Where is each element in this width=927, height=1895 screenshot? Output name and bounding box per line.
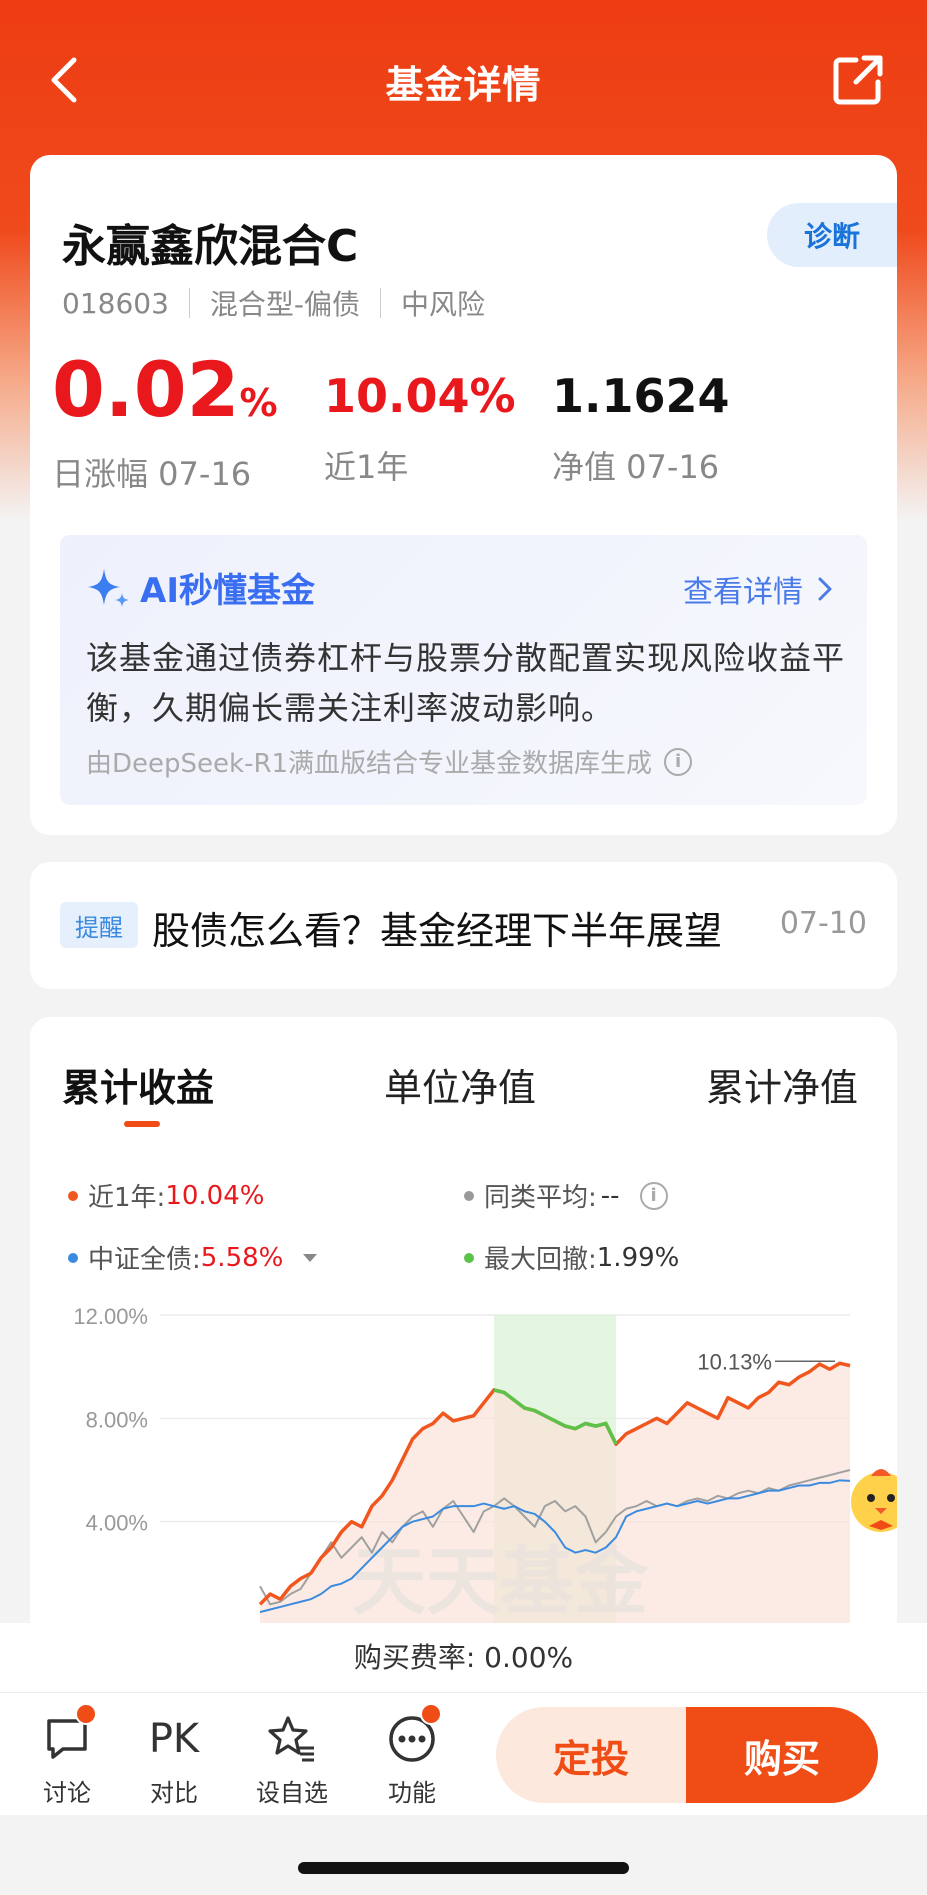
- discuss-button[interactable]: 讨论: [27, 1703, 107, 1808]
- fund-risk: 中风险: [401, 288, 486, 321]
- chevron-right-icon: [818, 577, 832, 601]
- bottom-action-bar: 讨论 PK 对比 设自选 功能 定投 购买: [0, 1693, 927, 1815]
- divider: [188, 288, 190, 318]
- share-icon: [833, 55, 883, 105]
- fund-code: 018603: [62, 286, 169, 320]
- ai-summary-box[interactable]: AI秒懂基金 查看详情 该基金通过债券杠杆与股票分散配置实现风险收益平衡，久期偏…: [60, 535, 867, 805]
- compare-button[interactable]: PK 对比: [134, 1713, 214, 1808]
- mascot-eye: [867, 1494, 875, 1502]
- diagnose-button[interactable]: 诊断: [767, 203, 897, 267]
- ai-source: 由DeepSeek-R1满血版结合专业基金数据库生成 i: [86, 743, 693, 780]
- ai-link-label: 查看详情: [683, 575, 803, 610]
- reminder-date: 07-10: [779, 906, 867, 941]
- y-tick-label: 8.00%: [86, 1407, 148, 1432]
- reminder-tag: 提醒: [60, 902, 138, 948]
- info-icon[interactable]: i: [664, 747, 693, 776]
- watermark-text: 天天基金: [352, 1539, 649, 1625]
- return-chart[interactable]: 12.00% 8.00% 4.00% 天天基金 10.13%: [30, 1017, 897, 1637]
- fund-summary-card: 永赢鑫欣混合C 诊断 018603 混合型-偏债 中风险 0.02% 日涨幅 0…: [30, 155, 897, 835]
- ai-source-text: 由DeepSeek-R1满血版结合专业基金数据库生成: [86, 749, 653, 779]
- notification-dot: [75, 1703, 97, 1725]
- performance-chart-card: 累计收益 单位净值 累计净值 近1年: 10.04% 同类平均: -- i 中证…: [30, 1017, 897, 1637]
- mascot-body: [851, 1472, 897, 1532]
- auto-invest-button[interactable]: 定投: [496, 1707, 686, 1803]
- ai-title-text: AI秒懂基金: [140, 571, 315, 611]
- home-indicator: [298, 1862, 629, 1874]
- divider: [380, 288, 381, 318]
- nav-value: 1.1624: [552, 369, 730, 423]
- fund-type: 混合型-偏债: [209, 288, 360, 321]
- purchase-fee-bar: 购买费率: 0.00%: [0, 1623, 927, 1693]
- mascot-eye: [887, 1494, 895, 1502]
- ai-view-details-link[interactable]: 查看详情: [683, 567, 833, 611]
- add-watchlist-button[interactable]: 设自选: [252, 1713, 332, 1808]
- mascot-crest: [871, 1469, 891, 1476]
- daily-change-label: 日涨幅 07-16: [52, 455, 252, 493]
- year-return-value: 10.04%: [324, 369, 516, 423]
- daily-change-value: 0.02%: [52, 345, 278, 434]
- fund-meta: 018603 混合型-偏债 中风险: [62, 283, 485, 323]
- share-button[interactable]: [830, 52, 886, 108]
- navigation-bar: 基金详情: [0, 40, 927, 120]
- y-tick-label: 12.00%: [73, 1304, 148, 1329]
- ai-title: AI秒懂基金: [86, 563, 315, 612]
- nav-label: 净值 07-16: [552, 448, 720, 486]
- page-title: 基金详情: [385, 63, 542, 107]
- year-return-stat: 10.04% 近1年: [324, 350, 516, 488]
- compare-label: 对比: [150, 1779, 198, 1807]
- functions-label: 功能: [388, 1779, 436, 1807]
- mascot-icon: [851, 1469, 897, 1532]
- functions-button[interactable]: 功能: [372, 1703, 452, 1808]
- watchlist-label: 设自选: [256, 1779, 328, 1807]
- reminder-card[interactable]: 提醒 股债怎么看？基金经理下半年展望 07-10: [30, 862, 897, 989]
- buy-button[interactable]: 购买: [686, 1707, 878, 1803]
- discuss-label: 讨论: [43, 1779, 91, 1807]
- y-tick-label: 4.00%: [86, 1511, 148, 1536]
- nav-stat: 1.1624 净值 07-16: [552, 350, 730, 488]
- reminder-text: 股债怎么看？基金经理下半年展望: [152, 909, 723, 953]
- ai-description: 该基金通过债券杠杆与股票分散配置实现风险收益平衡，久期偏长需关注利率波动影响。: [86, 639, 846, 727]
- sparkle-icon: [88, 568, 129, 607]
- pk-icon: PK: [148, 1716, 200, 1762]
- year-return-label: 近1年: [324, 448, 409, 486]
- star-list-icon: [268, 1716, 314, 1762]
- daily-change-stat: 0.02% 日涨幅 07-16: [52, 350, 278, 495]
- fund-name: 永赢鑫欣混合C: [62, 221, 359, 272]
- notification-dot: [420, 1703, 442, 1725]
- peak-value-label: 10.13%: [697, 1349, 772, 1374]
